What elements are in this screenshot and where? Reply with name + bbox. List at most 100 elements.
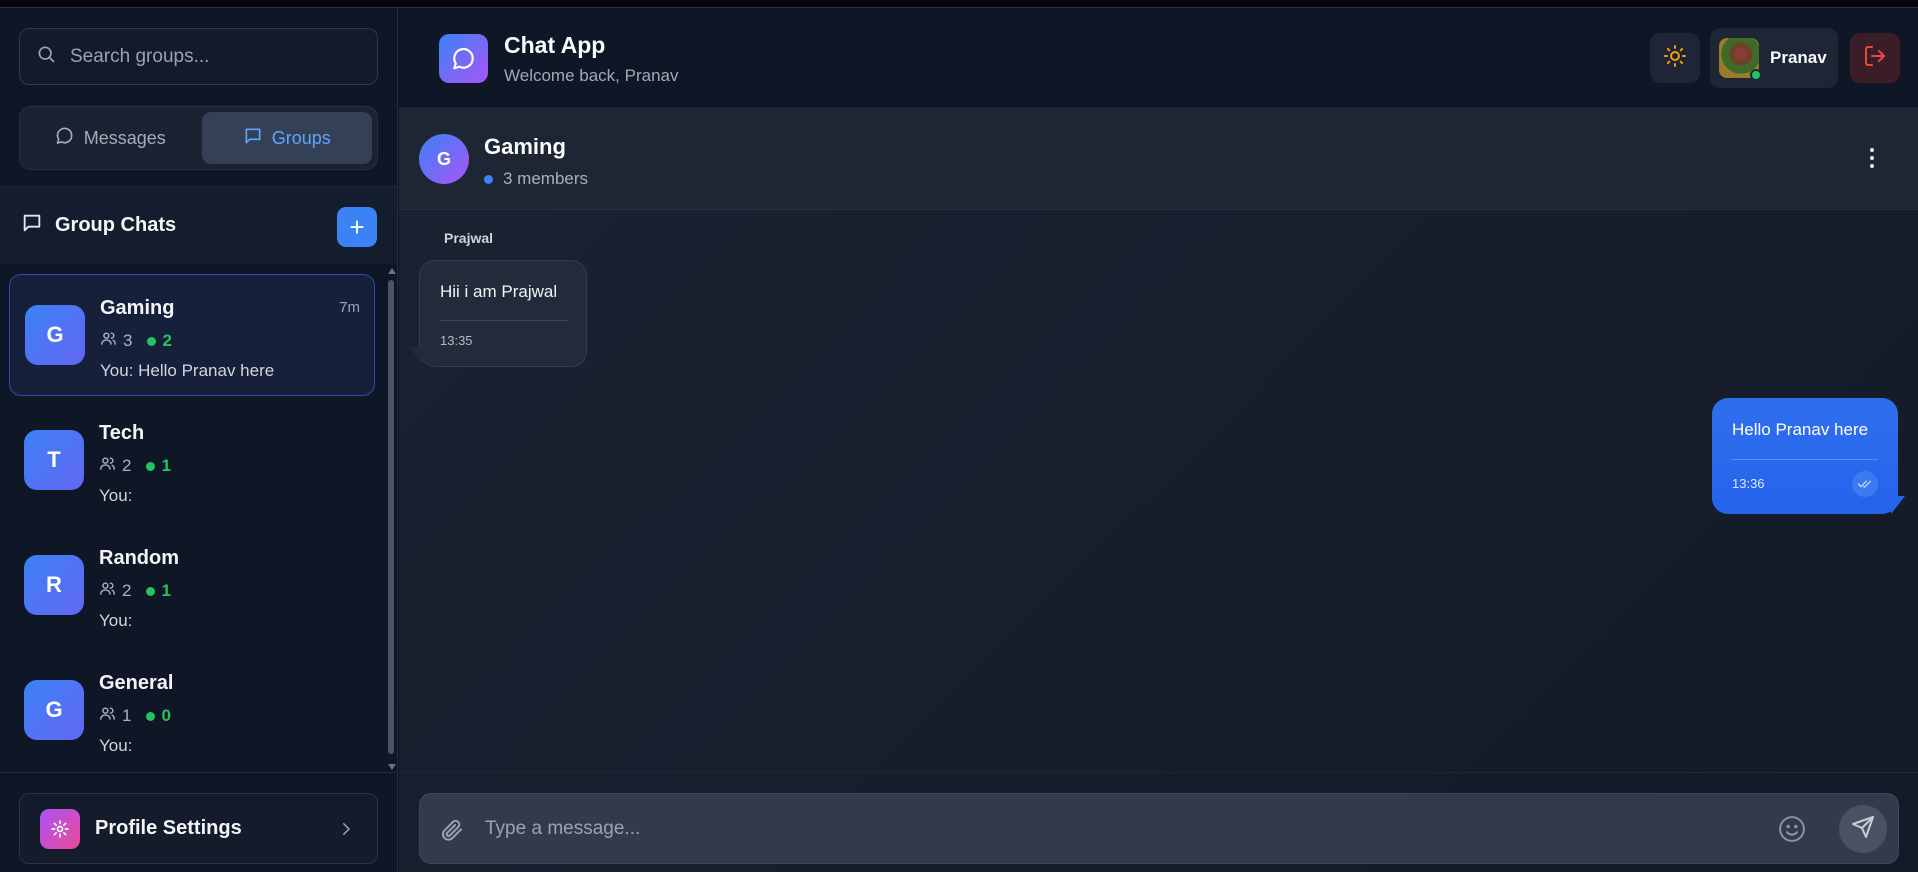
incoming-message: Hii i am Prajwal 13:35 [419,260,587,367]
online-status-dot [1750,69,1762,81]
group-name: Random [99,547,179,569]
sidebar-footer: Profile Settings [0,772,397,872]
group-name: Gaming [100,297,175,319]
online-count: 2 [162,331,172,350]
composer-area [399,772,1918,872]
status-dot [484,174,493,184]
users-icon [100,330,123,352]
message-divider [440,320,568,321]
window-top-bar [0,0,1918,8]
welcome-text: Welcome back, Pranav [504,66,679,85]
search-input[interactable] [70,45,377,68]
online-dot [146,461,156,471]
users-icon [99,705,122,727]
group-chats-title: Group Chats [55,214,177,236]
chat-avatar: G [419,134,469,184]
users-icon [99,455,122,477]
profile-settings-button[interactable]: Profile Settings [19,793,378,864]
group-item-tech[interactable]: T Tech 2 1 You: [9,400,375,522]
message-composer [419,793,1899,864]
send-icon [1851,815,1875,844]
message-list: Prajwal Hii i am Prajwal 13:35 Hello Pra… [399,210,1918,772]
group-item-random[interactable]: R Random 2 1 You: [9,525,375,647]
group-meta: 2 1 [99,580,171,602]
group-avatar: R [24,555,84,615]
member-count: 2 [122,581,132,600]
smile-icon[interactable] [1777,814,1807,844]
app-title: Chat App [504,32,606,58]
chat-members: 3 members [484,169,588,189]
more-options-icon[interactable] [1862,146,1882,170]
tab-messages-label: Messages [83,127,166,148]
theme-toggle-button[interactable] [1650,33,1700,83]
scroll-down-arrow[interactable] [388,764,396,770]
add-group-button[interactable]: + [337,207,377,247]
message-divider [1732,459,1878,460]
tab-groups-label: Groups [271,127,331,148]
view-toggle: Messages Groups [19,106,378,170]
chat-header: G Gaming 3 members [399,108,1918,210]
last-message: You: [99,486,133,505]
scroll-thumb[interactable] [388,280,394,754]
group-time: 7m [339,299,360,316]
chat-logo-icon [439,34,488,83]
user-name: Pranav [1770,48,1827,67]
send-button[interactable] [1839,805,1887,853]
message-sender: Prajwal [444,230,494,246]
group-name: General [99,672,174,694]
group-list: G Gaming 7m 3 2 You: Hello Pranav here T… [0,264,386,772]
logout-icon [1863,44,1887,73]
last-message: You: [99,736,133,755]
tab-messages[interactable]: Messages [25,112,196,164]
last-message: You: [99,611,133,630]
message-square-icon [243,126,263,151]
avatar [1719,38,1762,81]
message-input[interactable] [485,812,1785,846]
tab-groups[interactable]: Groups [201,112,372,164]
member-count: 1 [122,706,132,725]
group-avatar: G [25,305,85,365]
online-dot [146,586,156,596]
app-header: Chat App Welcome back, Pranav Pranav [399,8,1918,108]
message-text: Hii i am Prajwal [440,282,558,301]
profile-settings-label: Profile Settings [95,817,242,839]
group-meta: 2 1 [99,455,171,477]
group-list-scrollbar[interactable] [386,264,396,772]
online-dot [146,711,156,721]
user-menu[interactable]: Pranav [1710,28,1838,88]
group-name: Tech [99,422,145,444]
logout-button[interactable] [1850,33,1900,83]
message-square-icon [21,212,43,239]
scroll-up-arrow[interactable] [388,268,396,274]
group-meta: 1 0 [99,705,171,727]
search-box[interactable] [19,28,378,85]
message-time: 13:35 [440,333,473,348]
member-count: 2 [122,456,132,475]
message-text: Hello Pranav here [1732,420,1869,439]
group-meta: 3 2 [100,330,172,352]
online-count: 1 [161,581,171,600]
group-item-gaming[interactable]: G Gaming 7m 3 2 You: Hello Pranav here [9,274,375,396]
paperclip-icon[interactable] [440,818,464,842]
gear-icon [40,808,80,849]
sidebar: Messages Groups Group Chats + G Gaming 7… [0,8,398,872]
online-count: 1 [161,456,171,475]
online-count: 0 [161,706,171,725]
group-chats-header: Group Chats + [0,186,397,264]
members-count-text: 3 members [503,169,589,188]
group-item-general[interactable]: G General 1 0 You: [9,650,375,772]
bubble-tail [1891,496,1905,514]
message-circle-icon [55,126,75,151]
group-avatar: T [24,430,84,490]
bubble-tail [410,347,422,365]
users-icon [99,580,122,602]
member-count: 3 [123,331,133,350]
double-check-icon [1852,471,1878,497]
sun-icon [1663,44,1687,73]
chat-title: Gaming [484,134,566,159]
search-icon [36,44,56,69]
outgoing-message: Hello Pranav here 13:36 [1712,398,1898,514]
online-dot [147,336,157,346]
chevron-right-icon [337,820,355,838]
group-avatar: G [24,680,84,740]
